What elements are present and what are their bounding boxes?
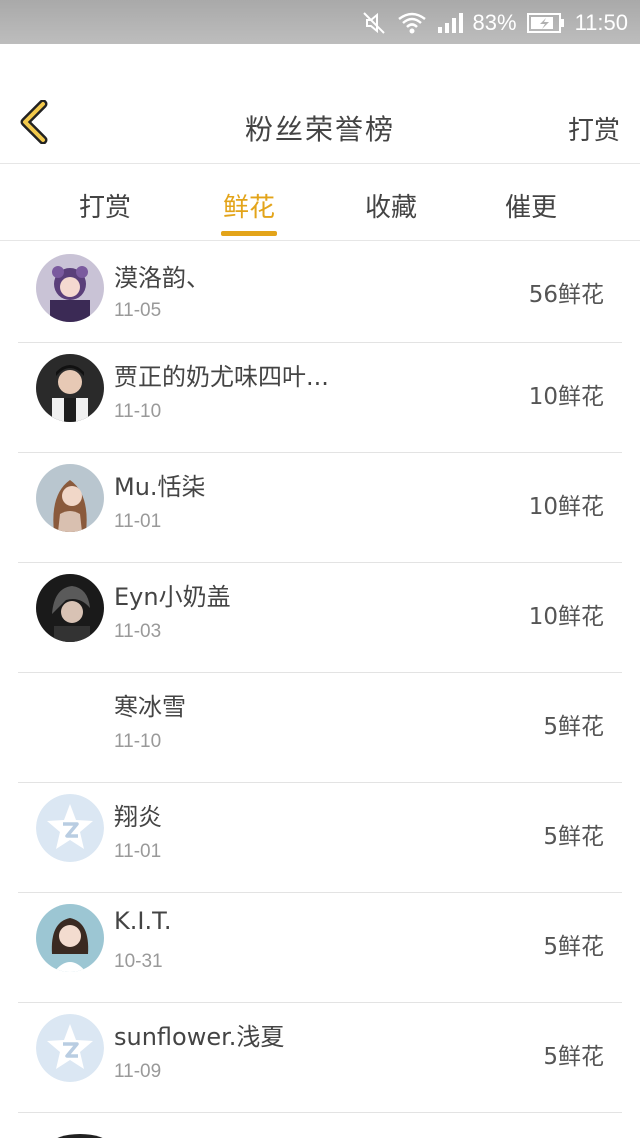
fan-name: 寒冰雪 bbox=[114, 693, 186, 721]
clock: 11:50 bbox=[574, 10, 628, 35]
tab-urge-update[interactable]: 催更 bbox=[486, 187, 576, 224]
signal-icon bbox=[437, 12, 463, 34]
default-avatar-icon[interactable] bbox=[36, 794, 104, 862]
avatar[interactable] bbox=[36, 574, 104, 642]
reward-button[interactable]: 打赏 bbox=[568, 110, 620, 147]
list-item[interactable]: 漠洛韵、 11-05 56鲜花 bbox=[18, 242, 622, 343]
tab-flowers[interactable]: 鲜花 bbox=[204, 187, 294, 236]
default-avatar-icon[interactable] bbox=[36, 1014, 104, 1082]
tab-favorites[interactable]: 收藏 bbox=[346, 187, 436, 224]
fan-ranking-list: 漠洛韵、 11-05 56鲜花 贾正的奶尤味四叶... 11-10 10鲜花 M… bbox=[0, 242, 640, 1113]
fan-name: 贾正的奶尤味四叶... bbox=[114, 363, 329, 391]
fan-date: 11-01 bbox=[114, 511, 162, 532]
fan-date: 11-05 bbox=[114, 300, 162, 321]
page-title: 粉丝荣誉榜 bbox=[244, 113, 395, 146]
fan-name: K.I.T. bbox=[114, 907, 172, 935]
fan-date: 11-03 bbox=[114, 621, 162, 642]
header-spacer bbox=[0, 44, 640, 88]
wifi-icon bbox=[397, 11, 427, 35]
flower-count: 10鲜花 bbox=[528, 494, 604, 520]
list-item[interactable]: sunflower.浅夏 11-09 5鲜花 bbox=[18, 1003, 622, 1113]
fan-date: 11-10 bbox=[114, 731, 162, 752]
fan-date: 11-01 bbox=[114, 841, 162, 862]
fan-date: 11-09 bbox=[114, 1061, 162, 1082]
fan-name: Eyn小奶盖 bbox=[114, 583, 231, 611]
list-item[interactable]: 翔炎 11-01 5鲜花 bbox=[18, 783, 622, 893]
fan-name: Mu.恬柒 bbox=[114, 473, 206, 501]
list-item[interactable]: 贾正的奶尤味四叶... 11-10 10鲜花 bbox=[18, 343, 622, 453]
flower-count: 56鲜花 bbox=[528, 282, 604, 308]
list-item[interactable]: 寒冰雪 11-10 5鲜花 bbox=[18, 673, 622, 783]
fan-name: sunflower.浅夏 bbox=[114, 1023, 285, 1051]
tab-label: 催更 bbox=[504, 193, 557, 223]
tab-label: 鲜花 bbox=[222, 193, 275, 223]
battery-percent: 83% bbox=[472, 10, 517, 35]
tab-label: 打赏 bbox=[78, 193, 131, 223]
fan-name: 漠洛韵、 bbox=[114, 264, 210, 292]
flower-count: 10鲜花 bbox=[528, 384, 604, 410]
fan-date: 10-31 bbox=[114, 951, 163, 972]
flower-count: 10鲜花 bbox=[528, 604, 604, 630]
tab-bar: 打赏 鲜花 收藏 催更 bbox=[0, 165, 640, 241]
avatar[interactable] bbox=[36, 464, 104, 532]
mute-icon bbox=[361, 10, 387, 36]
fan-name: 翔炎 bbox=[114, 803, 162, 831]
tab-label: 收藏 bbox=[364, 193, 417, 223]
avatar[interactable] bbox=[36, 354, 104, 422]
avatar[interactable] bbox=[36, 904, 104, 972]
list-item[interactable]: K.I.T. 10-31 5鲜花 bbox=[18, 893, 622, 1003]
flower-count: 5鲜花 bbox=[543, 824, 604, 850]
status-bar: 83% 11:50 bbox=[0, 0, 640, 44]
list-item[interactable]: Eyn小奶盖 11-03 10鲜花 bbox=[18, 563, 622, 673]
avatar[interactable] bbox=[36, 254, 104, 322]
next-avatar-peek bbox=[52, 1134, 108, 1138]
list-item[interactable]: Mu.恬柒 11-01 10鲜花 bbox=[18, 453, 622, 563]
tab-reward[interactable]: 打赏 bbox=[60, 187, 150, 224]
flower-count: 5鲜花 bbox=[543, 934, 604, 960]
flower-count: 5鲜花 bbox=[543, 1044, 604, 1070]
flower-count: 5鲜花 bbox=[543, 714, 604, 740]
battery-charging-icon bbox=[526, 12, 565, 34]
nav-bar: 粉丝荣誉榜 打赏 bbox=[0, 88, 640, 164]
fan-date: 11-10 bbox=[114, 401, 162, 422]
active-tab-indicator bbox=[221, 231, 277, 236]
